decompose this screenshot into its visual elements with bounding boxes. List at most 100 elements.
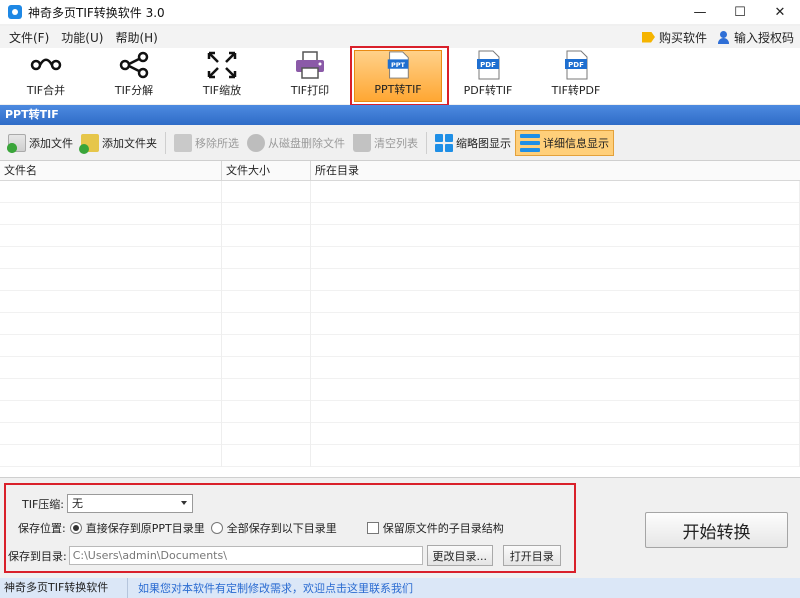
tool-label: TIF缩放 (202, 84, 242, 97)
remove-selected-label: 移除所选 (195, 137, 239, 150)
tool-tif-to-pdf[interactable]: PDF TIF转PDF (532, 50, 620, 102)
table-row[interactable] (0, 313, 800, 335)
table-cell (0, 357, 222, 379)
compression-label: TIF压缩: (22, 497, 64, 511)
minimize-button[interactable]: — (680, 0, 720, 24)
remove-selected-button[interactable]: 移除所选 (170, 130, 243, 156)
column-directory[interactable]: 所在目录 (311, 161, 800, 181)
keep-structure-checkbox[interactable] (366, 522, 379, 534)
table-cell (0, 181, 222, 203)
table-cell (0, 379, 222, 401)
table-cell (311, 203, 800, 225)
trash-icon (353, 134, 371, 152)
table-row[interactable] (0, 181, 800, 203)
radio-save-all-label: 全部保存到以下目录里 (226, 522, 337, 535)
add-folder-icon (79, 134, 99, 154)
menu-function[interactable]: 功能(U) (61, 29, 103, 46)
table-cell (222, 225, 311, 247)
table-row[interactable] (0, 203, 800, 225)
change-dir-button[interactable]: 更改目录... (426, 545, 493, 566)
table-cell (222, 269, 311, 291)
table-cell (311, 247, 800, 269)
add-file-button[interactable]: 添加文件 (4, 130, 77, 156)
table-row[interactable] (0, 225, 800, 247)
save-location-label: 保存位置: (18, 522, 66, 535)
table-cell (311, 225, 800, 247)
ppt-file-icon: PPT (387, 51, 409, 79)
radio-save-original[interactable] (69, 522, 82, 534)
compression-select[interactable]: 无 (67, 494, 193, 513)
tool-tif-merge[interactable]: TIF合并 (2, 50, 90, 102)
table-row[interactable] (0, 357, 800, 379)
detail-view-button[interactable]: 详细信息显示 (515, 130, 614, 156)
table-cell (0, 269, 222, 291)
tool-tif-print[interactable]: TIF打印 (266, 50, 354, 102)
table-row[interactable] (0, 269, 800, 291)
printer-icon (296, 51, 324, 79)
enter-license-label: 输入授权码 (733, 30, 794, 45)
table-cell (311, 401, 800, 423)
column-file-size[interactable]: 文件大小 (222, 161, 311, 181)
table-row[interactable] (0, 291, 800, 313)
split-icon (119, 51, 149, 79)
add-file-icon (7, 134, 26, 153)
tool-label: PDF转TIF (463, 84, 513, 97)
tool-ppt-to-tif[interactable]: PPT PPT转TIF (354, 50, 442, 102)
buy-software-label: 购买软件 (658, 30, 707, 45)
toolbar-divider (426, 132, 427, 154)
table-row[interactable] (0, 401, 800, 423)
grid-icon (435, 134, 453, 152)
enter-license-link[interactable]: 输入授权码 (717, 29, 794, 46)
column-file-name[interactable]: 文件名 (0, 161, 222, 181)
table-cell (311, 181, 800, 203)
title-bar: 神奇多页TIF转换软件 3.0 — ☐ ✕ (0, 0, 800, 24)
close-button[interactable]: ✕ (760, 0, 800, 24)
buy-software-link[interactable]: 购买软件 (641, 29, 707, 46)
table-row[interactable] (0, 445, 800, 467)
main-toolbar: TIF合并 TIF分解 TIF缩放 TIF打印 PPT PPT转TIF PDF … (0, 48, 800, 104)
add-folder-button[interactable]: 添加文件夹 (77, 130, 161, 156)
add-folder-label: 添加文件夹 (102, 137, 157, 150)
table-row[interactable] (0, 247, 800, 269)
delete-from-disk-button[interactable]: 从磁盘删除文件 (243, 130, 349, 156)
action-bar: 添加文件 添加文件夹 移除所选 从磁盘删除文件 清空列表 缩略图显示 详细信息显… (0, 128, 800, 158)
app-logo-icon (8, 5, 22, 19)
resize-icon (207, 51, 237, 79)
contact-link[interactable]: 如果您对本软件有定制修改需求，欢迎点击这里联系我们 (128, 580, 413, 596)
table-cell (222, 247, 311, 269)
table-cell (222, 401, 311, 423)
table-cell (311, 357, 800, 379)
table-cell (0, 291, 222, 313)
menu-help[interactable]: 帮助(H) (115, 29, 157, 46)
remove-icon (174, 134, 192, 152)
table-cell (0, 423, 222, 445)
tool-pdf-to-tif[interactable]: PDF PDF转TIF (444, 50, 532, 102)
detail-view-label: 详细信息显示 (543, 137, 609, 150)
save-dir-input[interactable]: C:\Users\admin\Documents\ (68, 546, 423, 565)
tool-tif-split[interactable]: TIF分解 (90, 50, 178, 102)
table-cell (222, 357, 311, 379)
start-convert-button[interactable]: 开始转换 (645, 512, 788, 548)
table-cell (311, 379, 800, 401)
file-list-header: 文件名 文件大小 所在目录 (0, 161, 800, 181)
table-cell (0, 445, 222, 467)
table-row[interactable] (0, 423, 800, 445)
window-title: 神奇多页TIF转换软件 3.0 (28, 5, 165, 20)
table-row[interactable] (0, 379, 800, 401)
table-cell (0, 203, 222, 225)
thumbnail-view-button[interactable]: 缩略图显示 (431, 130, 515, 156)
clear-list-button[interactable]: 清空列表 (349, 130, 422, 156)
table-cell (311, 269, 800, 291)
user-icon (717, 30, 730, 44)
maximize-button[interactable]: ☐ (720, 0, 760, 24)
list-icon (520, 134, 540, 152)
file-list[interactable]: 文件名 文件大小 所在目录 (0, 160, 800, 478)
table-cell (222, 423, 311, 445)
table-row[interactable] (0, 335, 800, 357)
table-cell (311, 423, 800, 445)
open-dir-button[interactable]: 打开目录 (502, 545, 561, 566)
menu-file[interactable]: 文件(F) (9, 29, 49, 46)
tool-tif-resize[interactable]: TIF缩放 (178, 50, 266, 102)
radio-save-all[interactable] (210, 522, 223, 534)
table-cell (0, 313, 222, 335)
